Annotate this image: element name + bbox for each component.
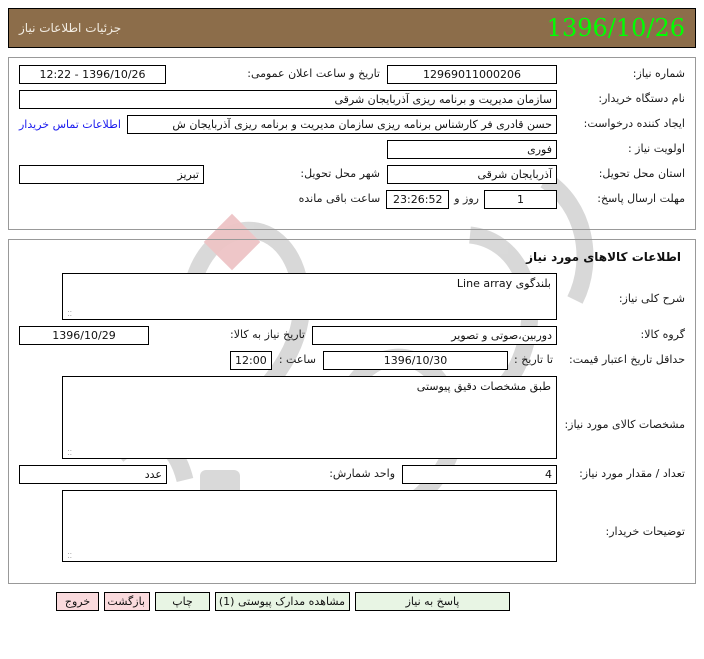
buyer-org-value[interactable]: سازمان مدیریت و برنامه ریزی آذربایجان شر… [19,90,557,109]
buyer-notes-value[interactable]: ⁚⁚ [62,490,557,562]
goods-panel-title: اطلاعات کالاهای مورد نیاز [526,250,681,264]
city-label: شهر محل تحویل: [300,167,380,180]
specs-value[interactable]: طبق مشخصات دقیق پیوستی ⁚⁚ [62,376,557,459]
header-date: 1396/10/26 [546,14,685,42]
row-price-validity: حداقل تاریخ اعتبار قیمت: تا تاریخ : 1396… [19,351,685,370]
page-title: جزئیات اطلاعات نیاز [19,21,122,35]
respond-to-need-button[interactable]: پاسخ به نیاز [355,592,510,611]
price-validity-until-label: تا تاریخ : [514,353,553,366]
need-date-label: تاریخ نیاز به کالا: [230,328,305,341]
row-priority: اولویت نیاز : فوری [19,140,685,159]
summary-label: شرح کلی نیاز: [618,292,685,305]
summary-text: بلندگوی Line array [456,277,551,290]
announce-value[interactable]: 1396/10/26 - 12:22 [19,65,166,84]
summary-value[interactable]: بلندگوی Line array ⁚⁚ [62,273,557,320]
row-creator: ایجاد کننده درخواست: حسن قادری فر کارشنا… [19,115,685,134]
goods-info-panel: اطلاعات کالاهای مورد نیاز شرح کلی نیاز: … [8,239,696,584]
deadline-days-suffix: روز و [454,192,479,205]
resize-grip-icon[interactable]: ⁚⁚ [65,311,72,318]
row-quantity: تعداد / مقدار مورد نیاز: 4 واحد شمارش: ع… [19,465,685,484]
row-summary: شرح کلی نیاز: بلندگوی Line array ⁚⁚ [19,273,685,320]
buyer-notes-label: توضیحات خریدار: [605,525,686,538]
group-value[interactable]: دوربین،صوتی و تصویر [312,326,557,345]
deadline-days-value[interactable]: 1 [484,190,557,209]
exit-button[interactable]: خروج [56,592,99,611]
resize-grip-icon[interactable]: ⁚⁚ [65,450,72,457]
page-root: 1396/10/26 جزئیات اطلاعات نیاز شماره نیا… [0,0,704,659]
province-label: استان محل تحویل: [598,167,685,180]
print-button[interactable]: چاپ [155,592,210,611]
row-buyer-org: نام دستگاه خریدار: سازمان مدیریت و برنام… [19,90,685,109]
need-number-label: شماره نیاز: [632,67,685,80]
unit-value[interactable]: عدد [19,465,167,484]
header-bar: 1396/10/26 جزئیات اطلاعات نیاز [8,8,696,48]
footer-button-bar: پاسخ به نیاز مشاهده مدارک پیوستی (1) چاپ… [8,592,696,611]
price-validity-label: حداقل تاریخ اعتبار قیمت: [569,353,685,366]
quantity-value[interactable]: 4 [402,465,557,484]
price-validity-hour[interactable]: 12:00 [229,351,272,370]
priority-label: اولویت نیاز : [627,142,685,155]
row-delivery-location: استان محل تحویل: آذربایجان شرقی شهر محل … [19,165,685,184]
resize-grip-icon[interactable]: ⁚⁚ [65,553,72,560]
deadline-time-suffix: ساعت باقی مانده [298,192,381,205]
quantity-label: تعداد / مقدار مورد نیاز: [579,467,685,480]
deadline-label: مهلت ارسال پاسخ: [597,192,685,205]
row-buyer-notes: توضیحات خریدار: ⁚⁚ [19,490,685,562]
need-date-value[interactable]: 1396/10/29 [19,326,149,345]
province-value[interactable]: آذربایجان شرقی [387,165,557,184]
need-number-value[interactable]: 12969011000206 [387,65,557,84]
group-label: گروه کالا: [640,328,685,341]
row-specs: مشخصات کالای مورد نیاز: طبق مشخصات دقیق … [19,376,685,459]
creator-value[interactable]: حسن قادری فر کارشناس برنامه ریزی سازمان … [126,115,557,134]
back-button[interactable]: بازگشت [104,592,150,611]
need-summary-panel: شماره نیاز: 12969011000206 تاریخ و ساعت … [8,57,696,230]
view-attachments-button[interactable]: مشاهده مدارک پیوستی (1) [215,592,350,611]
priority-value[interactable]: فوری [387,140,557,159]
price-validity-hour-label: ساعت : [278,353,316,366]
row-response-deadline: مهلت ارسال پاسخ: 1 روز و 23:26:52 ساعت ب… [19,190,685,209]
specs-text: طبق مشخصات دقیق پیوستی [416,380,551,393]
row-need-number: شماره نیاز: 12969011000206 تاریخ و ساعت … [19,65,685,84]
price-validity-date[interactable]: 1396/10/30 [323,351,508,370]
specs-label: مشخصات کالای مورد نیاز: [564,418,685,431]
creator-label: ایجاد کننده درخواست: [583,117,685,130]
announce-label: تاریخ و ساعت اعلان عمومی: [247,67,380,80]
buyer-contact-link[interactable]: اطلاعات تماس خریدار [19,115,121,134]
unit-label: واحد شمارش: [329,467,395,480]
row-goods-group: گروه کالا: دوربین،صوتی و تصویر تاریخ نیا… [19,326,685,345]
city-value[interactable]: تبریز [19,165,204,184]
deadline-time-value[interactable]: 23:26:52 [386,190,450,209]
buyer-org-label: نام دستگاه خریدار: [598,92,685,105]
